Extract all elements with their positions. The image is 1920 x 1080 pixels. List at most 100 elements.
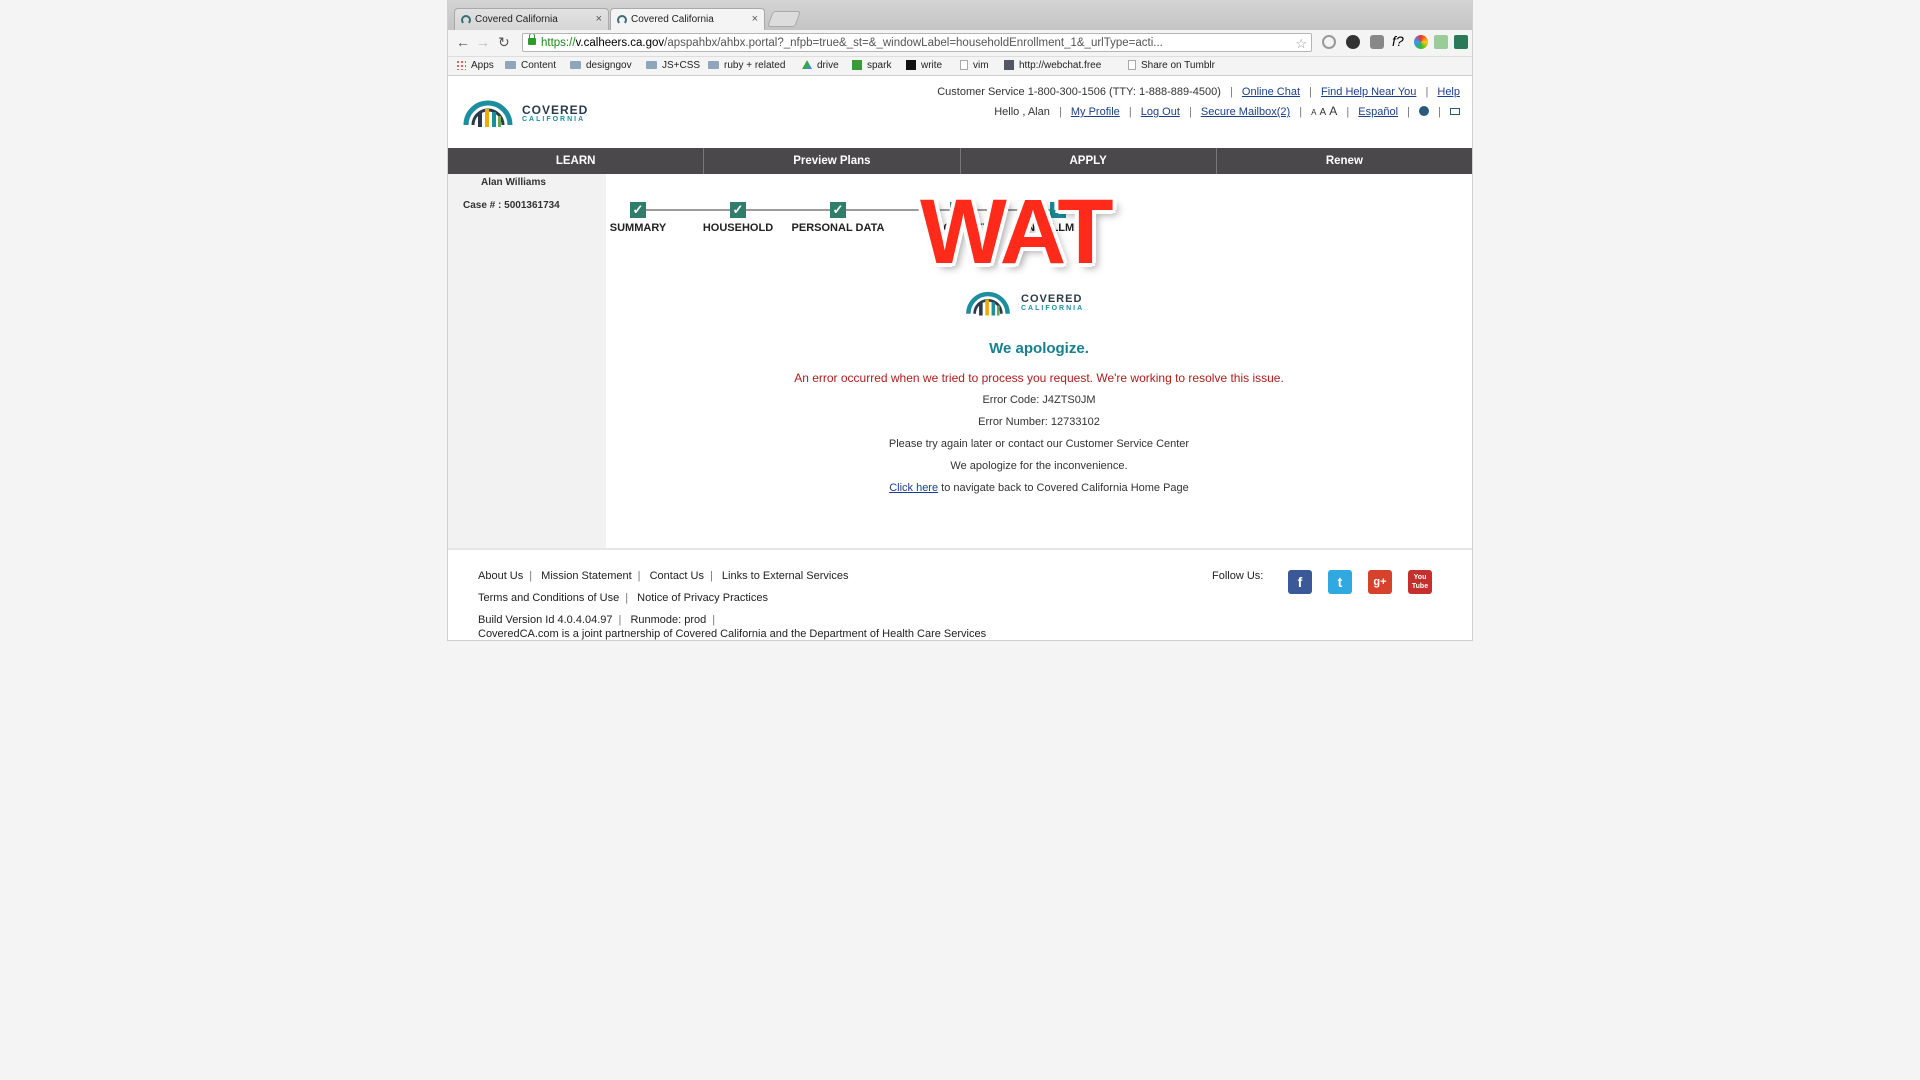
covered-california-favicon-icon (617, 15, 627, 25)
forward-arrow-icon[interactable]: → (476, 34, 490, 50)
terms-link[interactable]: Terms and Conditions of Use (478, 592, 619, 604)
error-text: An error occurred when we tried to proce… (794, 371, 1284, 385)
my-profile-link[interactable]: My Profile (1071, 106, 1120, 118)
logo-text: COVERED CALIFORNIA (1021, 294, 1085, 313)
follow-us-label: Follow Us: (1212, 570, 1264, 582)
build-info: Build Version Id 4.0.4.04.97 | Runmode: p… (478, 614, 716, 626)
extension-icon[interactable] (1434, 35, 1448, 49)
spreadsheet-icon (852, 60, 862, 70)
fontface-extension-icon[interactable]: f? (1392, 33, 1404, 49)
site-footer: About Us | Mission Statement | Contact Us |… (448, 548, 1472, 640)
runmode: Runmode: prod (630, 614, 707, 626)
font-size-large-button[interactable]: A (1329, 104, 1337, 118)
font-size-medium-button[interactable]: A (1320, 107, 1327, 118)
youtube-icon[interactable]: You Tube (1408, 570, 1432, 594)
bookmark-vim[interactable]: vim (960, 60, 989, 71)
left-sidebar: Alan Williams Case # : 5001361734 (448, 174, 606, 548)
bookmark-folder[interactable]: designgov (570, 60, 632, 71)
checkbox-checked-icon: ✓ (630, 202, 646, 218)
bookmark-folder[interactable]: JS+CSS (646, 60, 700, 71)
google-plus-icon[interactable]: g+ (1368, 570, 1392, 594)
click-here-link[interactable]: Click here (889, 482, 938, 494)
nav-preview-plans[interactable]: Preview Plans (704, 148, 961, 174)
font-size-small-button[interactable]: A (1311, 108, 1316, 117)
greeting-text: Hello , Alan (994, 106, 1050, 118)
bookmark-label: Apps (471, 60, 494, 71)
bookmark-folder[interactable]: ruby + related (708, 60, 785, 71)
step-label: HOUSEHOLD (702, 222, 774, 234)
checkbox-checked-icon: ✓ (730, 202, 746, 218)
bookmark-label: JS+CSS (662, 60, 701, 71)
extension-icon[interactable] (1346, 35, 1360, 49)
external-services-link[interactable]: Links to External Services (722, 570, 849, 582)
step-label: PERSONAL DATA (791, 222, 885, 234)
covered-california-favicon-icon (461, 15, 471, 25)
browser-window: Covered California × Covered California … (448, 0, 1472, 640)
mission-statement-link[interactable]: Mission Statement (541, 570, 631, 582)
browser-toolbar: ← → ↻ https://v.calheers.ca.gov/apspahbx… (448, 30, 1472, 57)
wat-overlay-text: WAT (920, 181, 1114, 283)
close-icon[interactable]: × (596, 13, 602, 25)
bookmark-tumblr[interactable]: Share on Tumblr (1128, 60, 1215, 71)
bookmark-drive[interactable]: drive (802, 60, 839, 71)
nav-apply[interactable]: APPLY (961, 148, 1217, 174)
nav-learn[interactable]: LEARN (448, 148, 705, 174)
folder-icon (646, 61, 657, 69)
facebook-icon[interactable]: f (1288, 570, 1312, 594)
extension-icon[interactable] (1454, 35, 1468, 49)
checkbox-checked-icon: ✓ (830, 202, 846, 218)
try-again-text: Please try again later or contact our Cu… (888, 438, 1190, 450)
covered-california-logo[interactable]: COVERED CALIFORNIA (460, 85, 588, 141)
message-logo: COVERED CALIFORNIA (961, 278, 1084, 328)
bookmark-folder[interactable]: Content (505, 60, 556, 71)
twitter-icon[interactable]: t (1328, 570, 1352, 594)
footer-links-row1: About Us | Mission Statement | Contact Us |… (478, 570, 849, 582)
site-header: COVERED CALIFORNIA Customer Service 1-80… (448, 76, 1472, 148)
bookmark-webchat[interactable]: http://webchat.free (1004, 60, 1107, 71)
url-path: /apspahbx/ahbx.portal?_nfpb=true&_st=&_w… (664, 37, 1163, 49)
privacy-link[interactable]: Notice of Privacy Practices (637, 592, 768, 604)
tab-title: Covered California (631, 14, 714, 25)
online-chat-link[interactable]: Online Chat (1242, 86, 1300, 98)
browser-tab-active[interactable]: Covered California × (610, 8, 765, 30)
page-icon (960, 60, 968, 70)
log-out-link[interactable]: Log Out (1141, 106, 1180, 118)
partnership-text: CoveredCA.com is a joint partnership of … (478, 628, 987, 640)
page-icon (1128, 60, 1136, 70)
folder-icon (505, 61, 516, 69)
drive-icon (802, 60, 812, 69)
find-help-link[interactable]: Find Help Near You (1321, 86, 1416, 98)
logo-line2: CALIFORNIA (1021, 305, 1085, 312)
build-version: Build Version Id 4.0.4.04.97 (478, 614, 613, 626)
pocket-icon[interactable] (1370, 35, 1384, 49)
logo-text: COVERED CALIFORNIA (522, 104, 588, 123)
globe-icon[interactable] (1419, 106, 1430, 116)
tab-title: Covered California (475, 14, 558, 25)
about-us-link[interactable]: About Us (478, 570, 523, 582)
logo-mark-icon (966, 291, 1010, 316)
bookmark-write[interactable]: write (906, 60, 942, 71)
print-icon[interactable] (1450, 108, 1460, 115)
help-link[interactable]: Help (1437, 86, 1460, 98)
contact-us-link[interactable]: Contact Us (650, 570, 704, 582)
extension-icon[interactable] (1322, 35, 1336, 49)
bookmark-star-icon[interactable]: ☆ (1295, 34, 1307, 51)
bookmark-label: designgov (586, 60, 632, 71)
reload-icon[interactable]: ↻ (498, 34, 510, 51)
bookmark-spark[interactable]: spark (852, 60, 891, 71)
browser-tab[interactable]: Covered California × (454, 8, 609, 30)
address-bar[interactable]: https://v.calheers.ca.gov/apspahbx/ahbx.… (522, 33, 1312, 52)
color-picker-icon[interactable] (1414, 35, 1428, 49)
bookmark-apps[interactable]: Apps (456, 60, 494, 71)
back-arrow-icon[interactable]: ← (456, 34, 470, 50)
close-icon[interactable]: × (752, 13, 758, 25)
bookmark-label: vim (973, 60, 989, 71)
secure-mailbox-link[interactable]: Secure Mailbox(2) (1201, 106, 1290, 118)
nav-renew[interactable]: Renew (1217, 148, 1472, 174)
new-tab-button[interactable] (767, 11, 801, 27)
step-label: SUMMARY (609, 222, 667, 234)
logo-line2: CALIFORNIA (522, 115, 586, 123)
espanol-link[interactable]: Español (1358, 106, 1398, 118)
bookmark-label: Share on Tumblr (1141, 60, 1215, 71)
write-icon (906, 60, 916, 70)
